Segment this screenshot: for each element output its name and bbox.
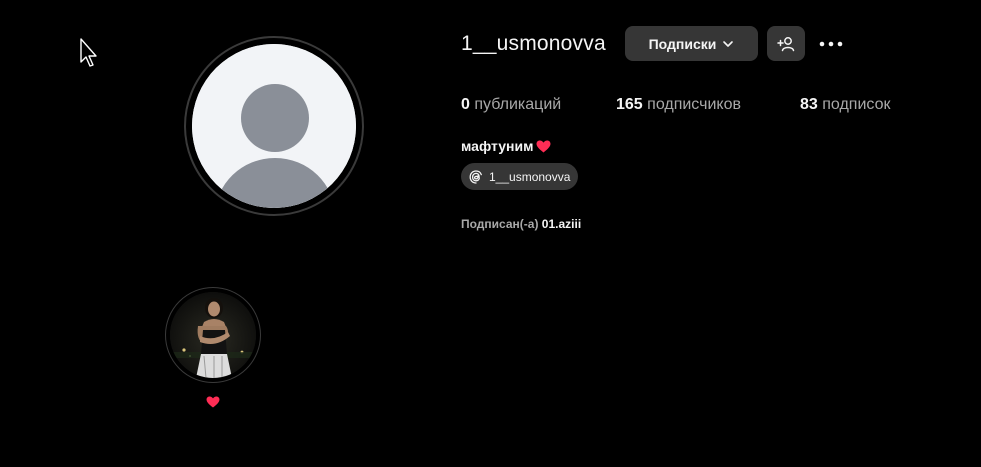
- followers-label: подписчиков: [647, 96, 741, 113]
- highlight-cover-image: [170, 292, 256, 378]
- add-user-icon: [777, 36, 795, 51]
- threads-link-chip[interactable]: 1__usmonovva: [461, 163, 579, 190]
- followers-count: 165: [616, 96, 643, 113]
- followed-by-text[interactable]: Подписан(-а) 01.aziii: [461, 217, 581, 231]
- threads-handle: 1__usmonovva: [489, 169, 571, 184]
- stat-following[interactable]: 83 подписок: [800, 95, 890, 115]
- followed-by-prefix: Подписан(-а): [461, 217, 539, 231]
- stat-posts: 0 публикаций: [461, 95, 561, 115]
- story-highlight[interactable]: [165, 287, 261, 383]
- following-label: подписок: [822, 96, 891, 113]
- profile-avatar[interactable]: [184, 36, 364, 216]
- full-name-text: мафтуним: [461, 138, 534, 154]
- posts-count: 0: [461, 96, 470, 113]
- profile-full-name: мафтуним: [461, 138, 551, 154]
- following-button-label: Подписки: [648, 35, 717, 52]
- more-options-button[interactable]: [814, 30, 848, 58]
- profile-username: 1__usmonovva: [461, 32, 606, 55]
- posts-label: публикаций: [474, 96, 562, 113]
- following-button[interactable]: Подписки: [625, 26, 758, 61]
- threads-icon: [469, 169, 482, 184]
- add-user-button[interactable]: [767, 26, 805, 61]
- chevron-down-icon: [723, 40, 734, 47]
- heart-icon: [536, 140, 551, 152]
- following-count: 83: [800, 96, 818, 113]
- more-horizontal-icon: [819, 41, 843, 47]
- default-avatar-icon: [192, 44, 356, 208]
- followed-by-user[interactable]: 01.aziii: [542, 217, 581, 231]
- highlight-heart-icon: [206, 396, 220, 408]
- stat-followers[interactable]: 165 подписчиков: [616, 95, 741, 115]
- arrow-cursor-icon: [80, 38, 97, 67]
